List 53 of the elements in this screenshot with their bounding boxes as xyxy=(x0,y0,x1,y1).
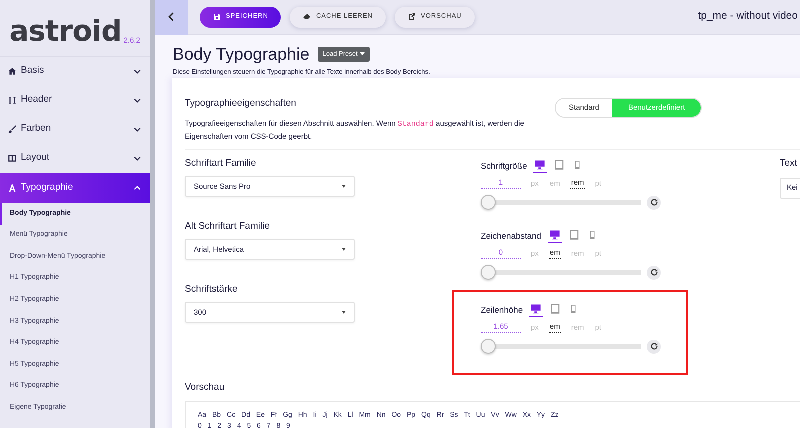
chevron-down-icon xyxy=(133,67,142,76)
chevron-up-icon xyxy=(133,184,142,192)
page-title: Body Typographie xyxy=(173,46,310,63)
logo-text: astroid xyxy=(10,17,122,46)
sidebar-item[interactable]: Farben xyxy=(0,115,150,144)
refresh-icon xyxy=(650,269,658,276)
layout-icon xyxy=(8,154,17,163)
slider-label: Zeilenhöhe xyxy=(481,304,524,317)
device-toggle[interactable] xyxy=(548,230,562,243)
phone-icon xyxy=(573,159,582,172)
section-title: Typographieeigenschaften xyxy=(185,98,298,110)
monitor-icon xyxy=(534,160,546,171)
refresh-icon xyxy=(650,199,658,206)
heading-icon xyxy=(8,96,17,105)
device-toggle[interactable] xyxy=(533,160,548,173)
caret-icon xyxy=(342,185,346,188)
field-label: Text xyxy=(780,157,798,172)
slider-label: Zeichenabstand xyxy=(481,230,542,243)
sidebar-item[interactable]: Header xyxy=(0,86,150,115)
slider-label: Schriftgröße xyxy=(481,160,528,173)
home-icon xyxy=(8,67,17,76)
caret-icon xyxy=(342,248,346,252)
tablet-icon xyxy=(554,159,566,172)
chevron-down-icon xyxy=(133,125,142,134)
reset-button[interactable] xyxy=(647,196,661,210)
chevron-left-icon xyxy=(166,12,176,22)
phone-icon xyxy=(569,303,578,316)
chevron-down-icon xyxy=(133,154,142,163)
sidebar-item[interactable]: Layout xyxy=(0,144,150,173)
caret-icon xyxy=(342,311,346,314)
site-title: tp_me - without video xyxy=(698,9,798,24)
refresh-icon xyxy=(650,343,658,350)
brush-icon xyxy=(8,125,17,134)
reset-button[interactable] xyxy=(647,340,661,354)
sidebar-item[interactable]: Typographie xyxy=(0,173,150,203)
field-label: Alt Schriftart Familie xyxy=(185,220,271,234)
letter-icon xyxy=(8,184,17,192)
tablet-icon xyxy=(550,303,562,316)
sidebar-item[interactable]: Basis xyxy=(0,57,150,86)
device-toggle[interactable] xyxy=(529,304,544,317)
preview-title: Vorschau xyxy=(185,381,226,396)
reset-button[interactable] xyxy=(647,266,661,280)
caret-icon xyxy=(360,52,365,56)
save-icon xyxy=(213,13,221,21)
monitor-icon xyxy=(530,304,542,315)
tablet-icon xyxy=(568,229,580,242)
external-link-icon xyxy=(408,13,416,21)
field-label: Schriftart Familie xyxy=(185,157,258,170)
phone-icon xyxy=(588,229,596,242)
chevron-down-icon xyxy=(133,96,142,105)
field-label: Schriftstärke xyxy=(185,283,239,296)
monitor-icon xyxy=(548,230,560,241)
eraser-icon xyxy=(303,13,312,21)
